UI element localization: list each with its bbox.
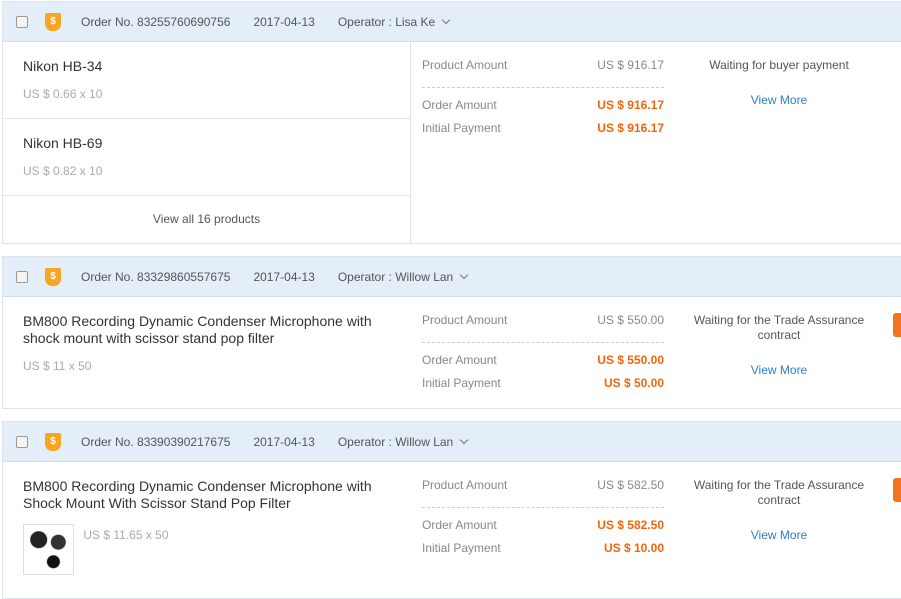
order-number: Order No. 83255760690756 xyxy=(81,14,231,29)
order-card: $ Order No. 83329860557675 2017-04-13 Op… xyxy=(2,256,901,409)
product-thumbnail[interactable] xyxy=(23,524,74,575)
product-item: BM800 Recording Dynamic Condenser Microp… xyxy=(3,462,411,575)
order-card: $ Order No. 83255760690756 2017-04-13 Op… xyxy=(2,1,901,244)
order-amount-label: Order Amount xyxy=(422,98,497,112)
trade-assurance-shield-icon: $ xyxy=(45,12,61,31)
product-amount: US $ 582.50 xyxy=(597,478,664,492)
view-more-link[interactable]: View More xyxy=(681,93,877,108)
order-date: 2017-04-13 xyxy=(253,14,315,29)
action-button[interactable] xyxy=(893,313,901,337)
amount-summary: Product Amount US $ 582.50 Order Amount US… xyxy=(422,478,664,564)
initial-payment: US $ 50.00 xyxy=(603,376,664,390)
product-amount-label: Product Amount xyxy=(422,313,508,327)
product-amount-label: Product Amount xyxy=(422,478,508,492)
order-number: Order No. 83390390217675 xyxy=(81,434,231,449)
initial-payment: US $ 10.00 xyxy=(603,541,664,555)
order-checkbox[interactable] xyxy=(16,15,28,28)
amount-summary: Product Amount US $ 550.00 Order Amount US… xyxy=(422,313,664,399)
order-status: Waiting for the Trade Assurance contract xyxy=(693,313,865,342)
trade-assurance-shield-icon: $ xyxy=(45,267,61,286)
order-date: 2017-04-13 xyxy=(253,269,315,284)
product-item: Nikon HB-69 US $ 0.82 x 10 xyxy=(3,119,410,196)
product-price: US $ 11 x 50 xyxy=(23,359,92,373)
initial-payment-label: Initial Payment xyxy=(422,376,501,390)
order-amount-label: Order Amount xyxy=(422,518,497,532)
product-amount-label: Product Amount xyxy=(422,58,508,72)
action-button[interactable] xyxy=(893,478,901,502)
order-number: Order No. 83329860557675 xyxy=(81,269,231,284)
order-amount-label: Order Amount xyxy=(422,353,497,367)
divider xyxy=(422,87,664,88)
divider xyxy=(422,507,664,508)
order-card: $ Order No. 83390390217675 2017-04-13 Op… xyxy=(2,421,901,599)
order-amount: US $ 916.17 xyxy=(597,98,664,112)
product-price: US $ 11.65 x 50 xyxy=(83,528,169,542)
product-name[interactable]: Nikon HB-34 xyxy=(23,58,390,75)
initial-payment: US $ 916.17 xyxy=(597,121,664,135)
product-name[interactable]: Nikon HB-69 xyxy=(23,135,390,152)
order-date: 2017-04-13 xyxy=(253,434,315,449)
order-status: Waiting for buyer payment xyxy=(709,58,849,72)
trade-assurance-shield-icon: $ xyxy=(45,432,61,451)
operator-dropdown[interactable]: Operator : Willow Lan xyxy=(338,435,453,449)
order-amount: US $ 582.50 xyxy=(597,518,664,532)
view-more-link[interactable]: View More xyxy=(681,363,877,378)
view-more-link[interactable]: View More xyxy=(681,528,877,543)
product-name[interactable]: BM800 Recording Dynamic Condenser Microp… xyxy=(23,478,381,512)
product-item: Nikon HB-34 US $ 0.66 x 10 xyxy=(3,42,410,119)
initial-payment-label: Initial Payment xyxy=(422,541,501,555)
chevron-down-icon[interactable] xyxy=(459,270,469,279)
order-status: Waiting for the Trade Assurance contract xyxy=(693,478,865,507)
order-header: $ Order No. 83390390217675 2017-04-13 Op… xyxy=(3,422,901,462)
product-price: US $ 0.66 x 10 xyxy=(23,87,103,101)
product-amount: US $ 550.00 xyxy=(597,313,664,327)
chevron-down-icon[interactable] xyxy=(441,15,451,24)
order-header: $ Order No. 83255760690756 2017-04-13 Op… xyxy=(3,2,901,42)
order-checkbox[interactable] xyxy=(16,270,28,283)
divider xyxy=(422,342,664,343)
product-name[interactable]: BM800 Recording Dynamic Condenser Microp… xyxy=(23,313,381,347)
chevron-down-icon[interactable] xyxy=(459,435,469,444)
amount-summary: Product Amount US $ 916.17 Order Amount US… xyxy=(422,58,664,144)
operator-dropdown[interactable]: Operator : Willow Lan xyxy=(338,270,453,284)
view-all-products-link[interactable]: View all 16 products xyxy=(3,196,410,226)
order-header: $ Order No. 83329860557675 2017-04-13 Op… xyxy=(3,257,901,297)
product-item: BM800 Recording Dynamic Condenser Microp… xyxy=(3,297,411,373)
order-checkbox[interactable] xyxy=(16,435,28,448)
initial-payment-label: Initial Payment xyxy=(422,121,501,135)
product-price: US $ 0.82 x 10 xyxy=(23,164,103,178)
operator-dropdown[interactable]: Operator : Lisa Ke xyxy=(338,15,435,29)
order-amount: US $ 550.00 xyxy=(597,353,664,367)
product-amount: US $ 916.17 xyxy=(597,58,664,72)
